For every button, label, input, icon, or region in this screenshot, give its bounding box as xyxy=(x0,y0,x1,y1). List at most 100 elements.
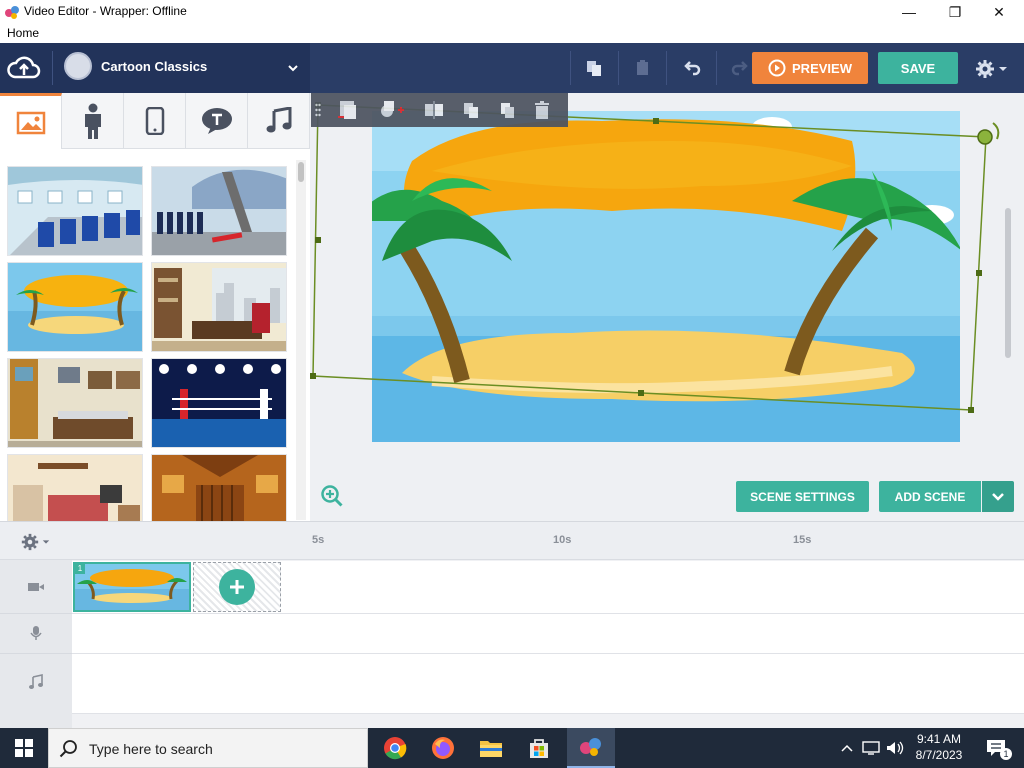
track-divider xyxy=(0,613,72,614)
minimize-button[interactable]: — xyxy=(886,0,932,24)
firefox-app-icon[interactable] xyxy=(419,728,467,768)
copy-icon[interactable] xyxy=(453,93,489,127)
zoom-in-icon[interactable] xyxy=(320,484,344,508)
background-thumbnail[interactable] xyxy=(151,358,287,448)
menu-bar: Home xyxy=(0,24,1024,43)
background-thumbnail[interactable] xyxy=(151,166,287,256)
app-logo-icon xyxy=(5,6,19,19)
tab-text[interactable] xyxy=(186,93,248,149)
scene-number: 1 xyxy=(75,564,85,574)
scene-thumbnail[interactable]: 1 xyxy=(73,562,191,612)
taskbar-search[interactable]: Type here to search xyxy=(48,728,368,768)
phone-icon xyxy=(145,107,164,135)
time-tick: 15s xyxy=(793,534,812,546)
play-circle-icon xyxy=(768,59,786,77)
scene-settings-button[interactable]: SCENE SETTINGS xyxy=(736,481,869,512)
chevron-down-icon xyxy=(42,540,50,544)
theme-name[interactable]: Cartoon Classics xyxy=(101,59,207,74)
clock-time: 9:41 AM xyxy=(916,732,962,746)
window-title: Video Editor - Wrapper: Offline xyxy=(24,4,187,18)
window-titlebar: Video Editor - Wrapper: Offline — ❐ ✕ xyxy=(0,0,1024,24)
music-note-icon xyxy=(26,672,46,692)
show-hidden-icons-icon[interactable] xyxy=(838,728,856,768)
undo-icon[interactable] xyxy=(680,56,704,80)
swap-asset-icon[interactable] xyxy=(325,93,371,127)
redo-icon[interactable] xyxy=(728,56,752,80)
search-placeholder: Type here to search xyxy=(89,741,213,757)
maximize-button[interactable]: ❐ xyxy=(932,0,978,24)
clock-date: 8/7/2023 xyxy=(915,748,963,762)
network-icon[interactable] xyxy=(860,728,882,768)
timeline-ruler: 5s 10s 15s xyxy=(0,522,1024,560)
tab-backgrounds[interactable] xyxy=(0,93,62,149)
start-button[interactable] xyxy=(0,728,48,768)
copy-icon[interactable] xyxy=(582,56,606,80)
file-explorer-app-icon[interactable] xyxy=(467,728,515,768)
tab-props[interactable] xyxy=(124,93,186,149)
editor-header: Cartoon Classics xyxy=(0,43,1024,93)
background-thumbnail[interactable] xyxy=(151,262,287,352)
trash-icon[interactable] xyxy=(525,93,559,127)
windows-taskbar: Type here to search 9:41 AM 8/7/2023 1 xyxy=(0,728,1024,768)
character-icon xyxy=(84,103,101,139)
background-library xyxy=(0,149,310,521)
background-thumbnail[interactable] xyxy=(7,166,143,256)
cloud-upload-icon[interactable] xyxy=(6,53,42,83)
header-divider xyxy=(52,51,53,85)
settings-add-icon[interactable] xyxy=(371,93,415,127)
store-app-icon[interactable] xyxy=(515,728,563,768)
chevron-down-icon xyxy=(992,492,1004,501)
speech-bubble-icon xyxy=(201,108,232,134)
background-thumbnail[interactable] xyxy=(7,358,143,448)
search-icon xyxy=(59,740,77,758)
header-divider xyxy=(618,51,619,85)
track-divider xyxy=(0,653,72,654)
taskbar-clock[interactable]: 9:41 AM 8/7/2023 xyxy=(908,731,970,765)
drag-handle-icon[interactable] xyxy=(311,93,325,127)
preview-label: PREVIEW xyxy=(792,60,852,76)
tab-sounds[interactable] xyxy=(248,93,310,149)
close-button[interactable]: ✕ xyxy=(976,0,1022,24)
volume-icon[interactable] xyxy=(884,728,906,768)
stage-scrollbar[interactable] xyxy=(1003,108,1013,438)
music-note-icon xyxy=(266,107,291,133)
scrollbar-thumb[interactable] xyxy=(1005,208,1011,358)
scrollbar-thumb[interactable] xyxy=(298,162,304,182)
add-scene-button[interactable]: ADD SCENE xyxy=(879,481,981,512)
add-scene-icon xyxy=(219,569,255,605)
windows-logo-icon xyxy=(15,739,33,757)
gear-icon xyxy=(976,60,994,78)
island-background xyxy=(372,111,960,442)
paste-icon[interactable] xyxy=(631,56,655,80)
microphone-icon xyxy=(26,623,46,643)
music-track xyxy=(72,654,1024,714)
preview-button[interactable]: PREVIEW xyxy=(752,52,868,84)
theme-dropdown-icon[interactable] xyxy=(286,61,300,75)
paste-icon[interactable] xyxy=(489,93,525,127)
save-button[interactable]: SAVE xyxy=(878,52,958,84)
timeline-settings-button[interactable] xyxy=(20,532,52,552)
notification-count: 1 xyxy=(1000,748,1012,760)
asset-scrollbar[interactable] xyxy=(296,160,306,520)
time-tick: 5s xyxy=(312,534,325,546)
menu-home[interactable]: Home xyxy=(7,26,39,40)
time-tick: 10s xyxy=(553,534,572,546)
header-divider xyxy=(716,51,717,85)
background-thumbnail[interactable] xyxy=(151,454,287,521)
settings-menu-button[interactable] xyxy=(974,58,1010,80)
image-icon xyxy=(16,111,45,134)
tab-characters[interactable] xyxy=(62,93,124,149)
background-thumbnail-island[interactable] xyxy=(7,262,143,352)
wrapper-app-icon[interactable] xyxy=(567,728,615,768)
stage-canvas[interactable] xyxy=(372,111,960,442)
flip-icon[interactable] xyxy=(415,93,453,127)
background-thumbnail[interactable] xyxy=(7,454,143,521)
add-scene-dropdown[interactable] xyxy=(982,481,1014,512)
theme-avatar-icon xyxy=(64,52,92,80)
add-scene-slot[interactable] xyxy=(193,562,281,612)
notification-center-button[interactable]: 1 xyxy=(978,728,1014,768)
chevron-down-icon xyxy=(999,67,1007,71)
chrome-app-icon[interactable] xyxy=(371,728,419,768)
video-camera-icon xyxy=(26,577,46,597)
header-divider xyxy=(666,51,667,85)
